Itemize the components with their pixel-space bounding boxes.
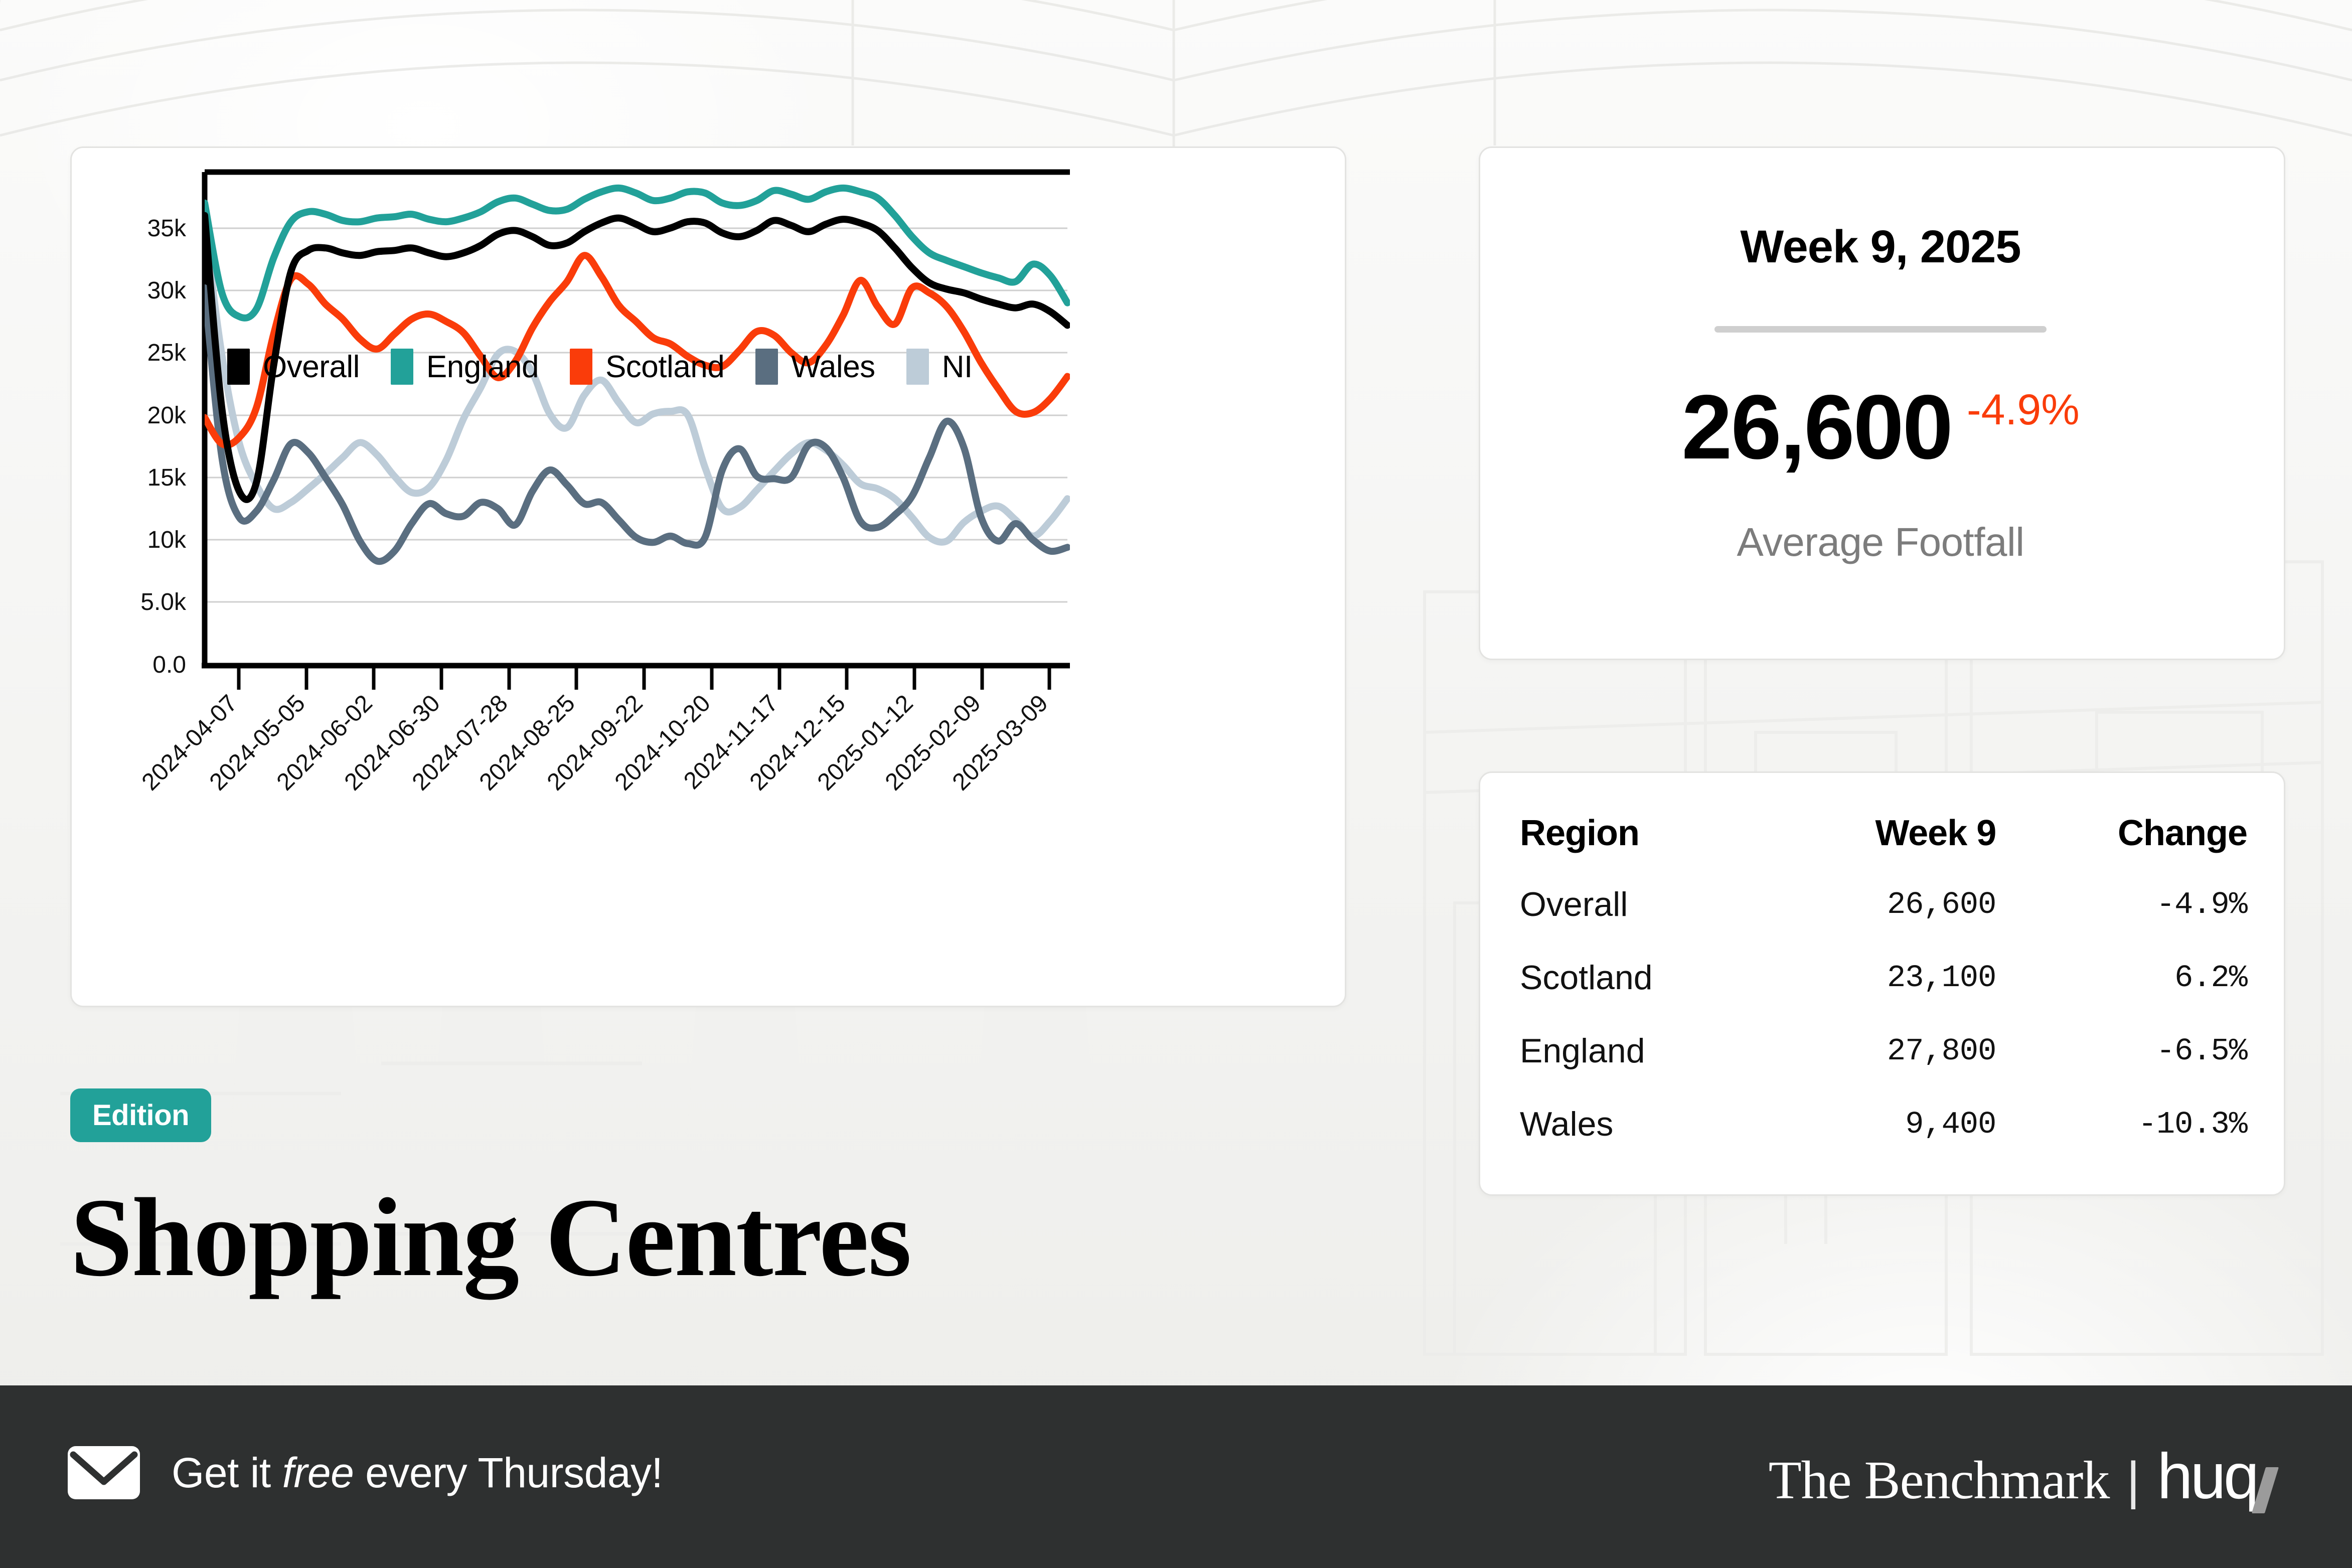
- svg-text:20k: 20k: [147, 402, 187, 429]
- legend-swatch-scotland: [569, 349, 592, 385]
- cell-region: Overall: [1520, 885, 1628, 923]
- legend-item-england: England: [390, 349, 539, 385]
- kpi-divider: [1714, 326, 2047, 333]
- x-axis-ticks: [237, 666, 1051, 690]
- chart-gridlines: [205, 227, 1067, 666]
- cell-week9: 9,400: [1905, 1106, 1996, 1142]
- cell-change: -6.5%: [2156, 1033, 2248, 1069]
- svg-text:35k: 35k: [147, 215, 187, 242]
- footfall-chart-card: 0.0 5.0k 10k 15k 20k 25k 30k 35k 2024-04…: [70, 146, 1346, 1007]
- cell-change: 6.2%: [2174, 960, 2248, 996]
- footer-cta-emphasis: free: [282, 1449, 354, 1496]
- footfall-line-chart: 0.0 5.0k 10k 15k 20k 25k 30k 35k 2024-04…: [137, 169, 1070, 796]
- legend-label-ni: NI: [942, 349, 973, 384]
- svg-text:5.0k: 5.0k: [140, 589, 187, 615]
- legend-item-ni: NI: [906, 349, 973, 385]
- kpi-value: 26,600: [1681, 376, 1953, 478]
- svg-text:25k: 25k: [147, 340, 187, 366]
- cell-week9: 23,100: [1887, 960, 1996, 996]
- brand-separator: |: [2126, 1452, 2140, 1510]
- chart-legend: Overall England Scotland Wales NI: [227, 349, 1004, 385]
- legend-swatch-england: [390, 349, 413, 385]
- brand-name: The Benchmark: [1768, 1451, 2110, 1510]
- table-row: Wales 9,400 -10.3%: [1520, 1105, 2248, 1178]
- cell-region: England: [1520, 1032, 1645, 1070]
- cell-change: -4.9%: [2156, 886, 2248, 922]
- x-axis-tick-labels: 2024-04-07 2024-05-05 2024-06-02 2024-06…: [137, 690, 1053, 796]
- column-header-region: Region: [1520, 813, 1640, 853]
- kpi-value-row: 26,600 -4.9%: [1479, 381, 2282, 473]
- legend-item-scotland: Scotland: [569, 349, 725, 385]
- column-header-week: Week 9: [1875, 813, 1996, 853]
- footer-cta-post: every Thursday!: [354, 1449, 663, 1496]
- legend-swatch-wales: [755, 349, 778, 385]
- footer-brand-group: The Benchmark | huq: [1768, 1440, 2279, 1513]
- footer-cta-text: Get it free every Thursday!: [172, 1449, 663, 1497]
- y-axis-tick-labels: 0.0 5.0k 10k 15k 20k 25k 30k 35k: [140, 215, 187, 678]
- legend-item-wales: Wales: [755, 349, 875, 385]
- footer-cta-pre: Get it: [172, 1449, 282, 1496]
- huq-logo: huq: [2157, 1440, 2279, 1513]
- footer-subscribe-group[interactable]: Get it free every Thursday!: [66, 1445, 663, 1501]
- table-row: Scotland 23,100 6.2%: [1520, 958, 2248, 1031]
- table-row: England 27,800 -6.5%: [1520, 1031, 2248, 1105]
- cell-week9: 27,800: [1887, 1033, 1996, 1069]
- kpi-week-title: Week 9, 2025: [1740, 221, 2021, 272]
- envelope-icon: [68, 1446, 140, 1499]
- svg-text:10k: 10k: [147, 527, 187, 553]
- footer-bar: Get it free every Thursday! The Benchmar…: [0, 1385, 2352, 1568]
- cell-region: Wales: [1520, 1105, 1614, 1143]
- svg-text:0.0: 0.0: [152, 652, 186, 678]
- legend-label-scotland: Scotland: [605, 349, 725, 384]
- legend-label-overall: Overall: [263, 349, 360, 384]
- legend-item-overall: Overall: [227, 349, 360, 385]
- edition-badge: Edition: [70, 1088, 212, 1142]
- cell-week9: 26,600: [1887, 886, 1996, 922]
- huq-logo-text: huq: [2157, 1441, 2259, 1512]
- cell-region: Scotland: [1520, 959, 1653, 997]
- kpi-subtitle: Average Footfall: [1737, 520, 2024, 564]
- kpi-delta: -4.9%: [1967, 386, 2080, 434]
- region-table: Region Week 9 Change Overall 26,600 -4.9…: [1520, 813, 2248, 1178]
- legend-label-wales: Wales: [791, 349, 875, 384]
- svg-text:30k: 30k: [147, 277, 187, 304]
- legend-label-england: England: [426, 349, 539, 384]
- page-title: Shopping Centres: [70, 1175, 911, 1300]
- cell-change: -10.3%: [2138, 1106, 2248, 1142]
- column-header-change: Change: [2117, 813, 2248, 853]
- table-header-row: Region Week 9 Change: [1520, 813, 2248, 885]
- legend-swatch-ni: [906, 349, 929, 385]
- table-row: Overall 26,600 -4.9%: [1520, 885, 2248, 958]
- legend-swatch-overall: [227, 349, 250, 385]
- svg-text:15k: 15k: [147, 464, 187, 491]
